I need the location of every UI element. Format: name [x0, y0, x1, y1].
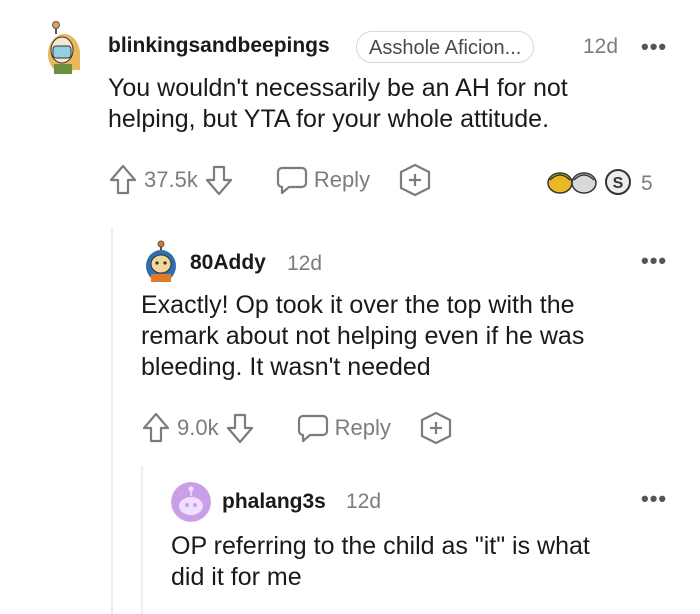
reply-button[interactable]: Reply — [276, 165, 370, 195]
comment-actions: 37.5k Reply — [108, 163, 432, 197]
comment-text-line: bleeding. It wasn't needed — [141, 353, 431, 381]
thread-line[interactable] — [141, 466, 143, 614]
comment-body: OP referring to the child as "it" is wha… — [171, 531, 590, 593]
silver-award-icon — [571, 172, 597, 194]
username[interactable]: phalang3s — [222, 490, 326, 514]
comment-text-line: remark about not helping even if he was — [141, 322, 585, 350]
reply-icon — [276, 165, 308, 195]
downvote-icon[interactable] — [225, 411, 255, 445]
comment-text-line: helping, but YTA for your whole attitude… — [108, 105, 550, 133]
timestamp: 12d — [583, 35, 619, 58]
reply-button[interactable]: Reply — [297, 413, 391, 443]
upvote-icon[interactable] — [141, 411, 171, 445]
downvote-icon[interactable] — [204, 163, 234, 197]
thread-line[interactable] — [111, 228, 113, 614]
comment-text-line: OP referring to the child as "it" is wha… — [171, 532, 590, 560]
svg-text:S: S — [613, 175, 624, 192]
timestamp: 12d — [287, 252, 323, 275]
avatar[interactable] — [141, 240, 181, 284]
more-options-icon[interactable]: ••• — [641, 248, 667, 274]
coin-award-icon: S — [605, 169, 631, 195]
reply-icon — [297, 413, 329, 443]
awards[interactable]: S — [544, 166, 636, 203]
award-count: 5 — [641, 172, 653, 195]
comment-text-line: did it for me — [171, 563, 302, 591]
more-options-icon[interactable]: ••• — [641, 486, 667, 512]
username[interactable]: blinkingsandbeepings — [108, 34, 330, 58]
reply-label: Reply — [313, 167, 371, 192]
user-flair: Asshole Aficion... — [356, 31, 535, 63]
comment-body: Exactly! Op took it over the top with th… — [141, 290, 584, 383]
upvote-icon[interactable] — [108, 163, 138, 197]
award-icon[interactable] — [419, 411, 453, 445]
more-options-icon[interactable]: ••• — [641, 34, 667, 60]
timestamp: 12d — [346, 490, 382, 513]
avatar[interactable] — [171, 482, 211, 522]
comment-text-line: Exactly! Op took it over the top with th… — [141, 291, 575, 319]
comment-body: You wouldn't necessarily be an AH for no… — [108, 73, 568, 135]
gold-award-icon — [547, 172, 573, 194]
vote-score: 9.0k — [177, 415, 219, 440]
comment-text-line: You wouldn't necessarily be an AH for no… — [108, 74, 568, 102]
avatar[interactable] — [34, 20, 84, 76]
vote-score: 37.5k — [144, 167, 198, 192]
comment-actions: 9.0k Reply — [141, 411, 453, 445]
username[interactable]: 80Addy — [190, 251, 266, 275]
reply-label: Reply — [334, 415, 391, 440]
award-icon[interactable] — [398, 163, 432, 197]
